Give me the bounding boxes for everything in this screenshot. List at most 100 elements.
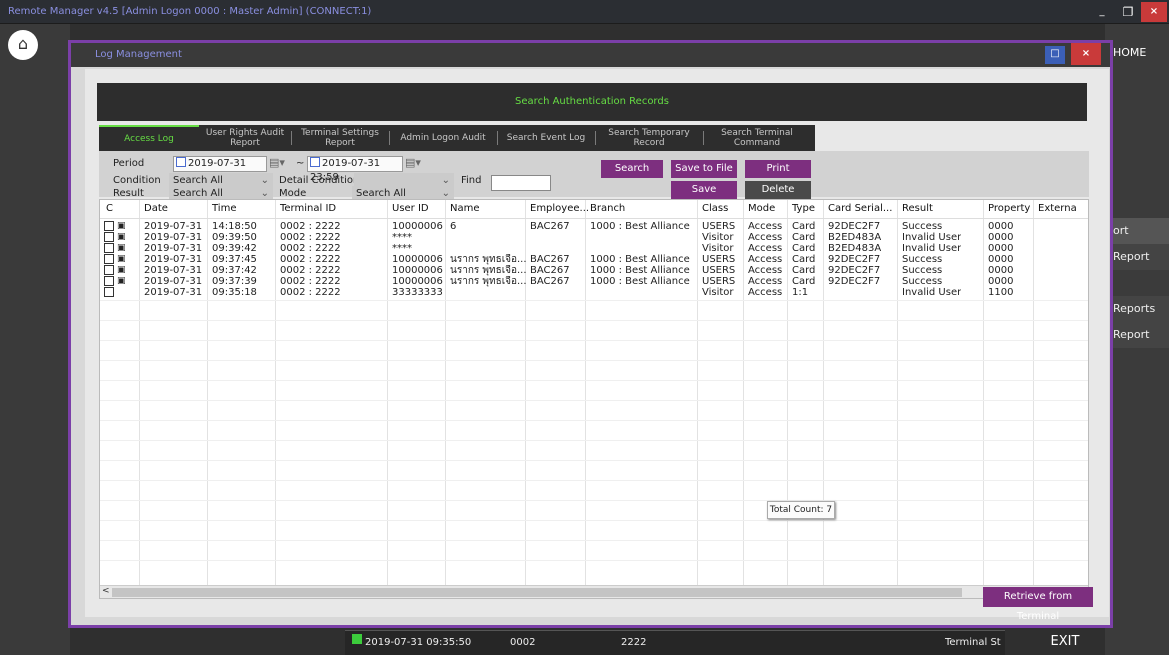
- cell-employee: BAC267: [530, 254, 570, 265]
- access-log-table: C Date Time Terminal ID User ID Name Emp…: [99, 199, 1089, 599]
- home-icon[interactable]: ⌂: [8, 30, 38, 60]
- cell-user: ****: [392, 232, 412, 243]
- grid-line: [100, 500, 1088, 501]
- column-header[interactable]: Card Serial...: [828, 200, 892, 218]
- row-checkbox[interactable]: [104, 243, 114, 253]
- cell-name: [450, 287, 526, 298]
- camera-icon[interactable]: ▣: [117, 276, 126, 286]
- camera-icon[interactable]: ▣: [117, 232, 126, 242]
- print-button[interactable]: Print: [745, 160, 811, 178]
- cell-terminal: 0002 : 2222: [280, 265, 341, 276]
- scrollbar-thumb[interactable]: [112, 588, 962, 597]
- column-header[interactable]: Property: [988, 200, 1030, 218]
- tab-admin-logon-audit[interactable]: Admin Logon Audit: [393, 125, 493, 151]
- close-icon[interactable]: ×: [1141, 2, 1167, 22]
- tab-search-terminal-command[interactable]: Search Terminal Command: [707, 125, 807, 151]
- cell-time: 09:37:39: [212, 276, 257, 287]
- cell-user: ****: [392, 243, 412, 254]
- tab-access-log[interactable]: Access Log: [99, 125, 199, 151]
- cell-property: 0000: [988, 265, 1014, 276]
- maximize-icon[interactable]: □: [1045, 46, 1065, 64]
- bottom-user: 2222: [621, 637, 647, 648]
- column-header[interactable]: Date: [144, 200, 168, 218]
- period-label: Period: [113, 158, 145, 169]
- row-checkbox[interactable]: [104, 254, 114, 264]
- cell-result: Success: [902, 276, 943, 287]
- right-nav-item-1[interactable]: ort: [1105, 218, 1169, 244]
- column-header[interactable]: Employee...: [530, 200, 589, 218]
- dialog-close-icon[interactable]: ×: [1071, 43, 1101, 65]
- column-header[interactable]: Class: [702, 200, 728, 218]
- column-header[interactable]: Result: [902, 200, 933, 218]
- column-header[interactable]: Terminal ID: [280, 200, 336, 218]
- horizontal-scrollbar[interactable]: < >: [100, 585, 1088, 598]
- row-checkbox[interactable]: [104, 221, 114, 231]
- calendar-icon[interactable]: ▤▾: [405, 156, 421, 169]
- grid-line: [100, 340, 1088, 341]
- tab-search-temporary-record[interactable]: Search Temporary Record: [599, 125, 699, 151]
- calendar-icon[interactable]: ▤▾: [269, 156, 285, 169]
- date-to-field[interactable]: 2019-07-31 23:59: [307, 156, 403, 183]
- log-management-dialog: Log Management □ × Search Authentication…: [68, 40, 1113, 628]
- tab-search-event-log[interactable]: Search Event Log: [501, 125, 591, 151]
- row-checkbox[interactable]: [104, 232, 114, 242]
- table-row[interactable]: ▣ 2019-07-31 09:37:42 0002 : 2222 100000…: [102, 265, 1088, 276]
- restore-icon[interactable]: ❐: [1115, 2, 1141, 22]
- exit-button[interactable]: EXIT: [1010, 628, 1120, 655]
- cell-date: 2019-07-31: [144, 254, 203, 265]
- tab-bar: Access Log User Rights Audit Report Term…: [99, 125, 815, 151]
- retrieve-from-terminal-button[interactable]: Retrieve from Terminal: [983, 587, 1093, 622]
- scroll-left-icon[interactable]: <: [102, 586, 110, 596]
- mode-label: Mode: [279, 188, 307, 199]
- column-header[interactable]: C: [106, 200, 113, 218]
- tab-separator: [291, 131, 292, 145]
- cell-mode: Access: [748, 221, 783, 232]
- cell-name: [450, 232, 526, 243]
- table-row[interactable]: 2019-07-31 09:35:18 0002 : 2222 33333333…: [102, 287, 1088, 298]
- minimize-icon[interactable]: _: [1089, 2, 1115, 22]
- grid-line: [100, 380, 1088, 381]
- cell-name: นรากร พุทธเจือ...: [450, 254, 526, 265]
- cell-employee: BAC267: [530, 276, 570, 287]
- row-checkbox[interactable]: [104, 287, 114, 297]
- save-to-file-button[interactable]: Save to File: [671, 160, 737, 178]
- table-row[interactable]: ▣ 2019-07-31 14:18:50 0002 : 2222 100000…: [102, 221, 1088, 232]
- column-header[interactable]: Externa: [1038, 200, 1077, 218]
- column-header[interactable]: Type: [792, 200, 815, 218]
- right-nav-item-4[interactable]: Report: [1105, 322, 1169, 348]
- date-from-field[interactable]: 2019-07-31 00:00: [173, 156, 267, 183]
- column-header[interactable]: Name: [450, 200, 480, 218]
- camera-icon[interactable]: ▣: [117, 221, 126, 231]
- camera-icon[interactable]: ▣: [117, 254, 126, 264]
- tab-terminal-settings[interactable]: Terminal Settings Report: [295, 125, 385, 151]
- right-nav-item-2[interactable]: Report: [1105, 244, 1169, 270]
- search-button[interactable]: Search: [601, 160, 663, 178]
- checkbox-icon[interactable]: [310, 157, 320, 167]
- column-header[interactable]: Time: [212, 200, 236, 218]
- right-nav-home[interactable]: HOME: [1105, 40, 1169, 66]
- cell-mode: Access: [748, 254, 783, 265]
- column-header[interactable]: Branch: [590, 200, 625, 218]
- camera-icon[interactable]: ▣: [117, 243, 126, 253]
- table-row[interactable]: ▣ 2019-07-31 09:37:39 0002 : 2222 100000…: [102, 276, 1088, 287]
- table-row[interactable]: ▣ 2019-07-31 09:39:50 0002 : 2222 **** V…: [102, 232, 1088, 243]
- camera-icon[interactable]: ▣: [117, 265, 126, 275]
- right-nav-item-3[interactable]: Reports: [1105, 296, 1169, 322]
- checkbox-icon[interactable]: [176, 157, 186, 167]
- grid-line: [100, 420, 1088, 421]
- cell-terminal: 0002 : 2222: [280, 254, 341, 265]
- table-row[interactable]: ▣ 2019-07-31 09:39:42 0002 : 2222 **** V…: [102, 243, 1088, 254]
- find-input[interactable]: [491, 175, 551, 191]
- cell-employee: BAC267: [530, 221, 570, 232]
- table-row[interactable]: ▣ 2019-07-31 09:37:45 0002 : 2222 100000…: [102, 254, 1088, 265]
- row-checkbox[interactable]: [104, 276, 114, 286]
- dialog-title: Log Management: [95, 49, 182, 60]
- row-checkbox[interactable]: [104, 265, 114, 275]
- cell-result: Success: [902, 221, 943, 232]
- tab-user-rights-audit[interactable]: User Rights Audit Report: [203, 125, 287, 151]
- column-header[interactable]: Mode: [748, 200, 775, 218]
- save-button[interactable]: Save: [671, 181, 737, 199]
- delete-button[interactable]: Delete: [745, 181, 811, 199]
- column-header[interactable]: User ID: [392, 200, 429, 218]
- cell-terminal: 0002 : 2222: [280, 221, 341, 232]
